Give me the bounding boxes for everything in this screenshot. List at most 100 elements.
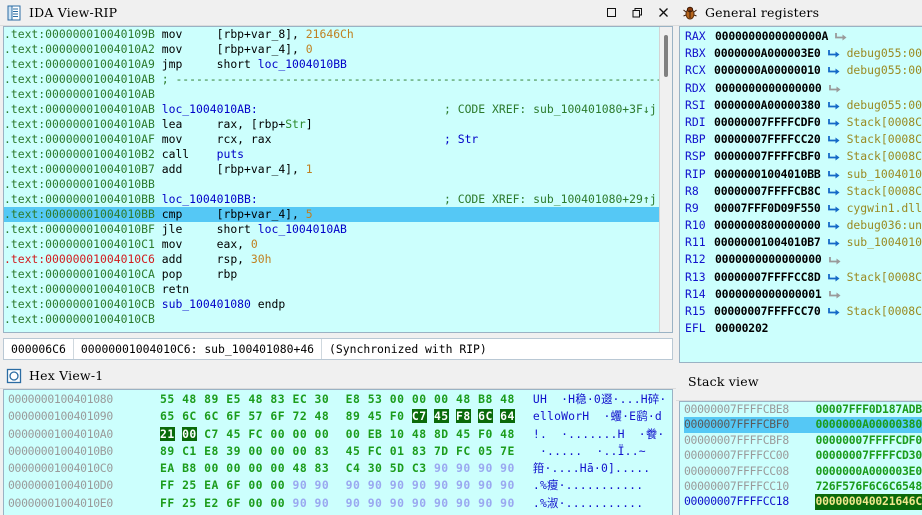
hex-byte[interactable]: 90: [456, 496, 471, 510]
register-value[interactable]: 00000001004010B7: [714, 234, 821, 251]
register-value[interactable]: 00000007FFFFCC70: [714, 303, 821, 320]
hex-byte[interactable]: 72: [292, 409, 307, 423]
hex-byte[interactable]: 00: [248, 478, 263, 492]
registers-list[interactable]: RAX 0000000000000000A RBX 0000000A000003E0 d…: [680, 28, 922, 362]
register-value[interactable]: 0000000000000000A: [715, 28, 828, 45]
register-target[interactable]: sub_1004010: [847, 234, 922, 251]
line-label[interactable]: loc_1004010BB:: [162, 192, 258, 206]
register-follow-arrow-icon[interactable]: [827, 203, 841, 214]
hex-byte[interactable]: E8: [204, 444, 219, 458]
disassembly-line[interactable]: .text:00000001004010A9 jmp short loc_100…: [4, 57, 659, 72]
disassembly-line[interactable]: .text:00000001004010CA pop rbp: [4, 267, 659, 282]
hex-byte[interactable]: 48: [456, 392, 471, 406]
disassembly-line[interactable]: .text:00000001004010A2 mov [rbp+var_4], …: [4, 42, 659, 57]
register-row[interactable]: EFL 00000202: [685, 320, 922, 337]
hex-byte[interactable]: 30: [368, 461, 383, 475]
line-call-target[interactable]: puts: [217, 147, 244, 161]
hex-byte[interactable]: B8: [182, 461, 197, 475]
stack-row[interactable]: 00000007FFFFCC10 726F576F6C6C6548: [684, 479, 922, 494]
hex-byte[interactable]: 6F: [226, 478, 241, 492]
hex-byte[interactable]: 00: [270, 444, 285, 458]
disassembly-line[interactable]: .text:00000001004010AB ; ---------------…: [4, 72, 659, 87]
hex-byte[interactable]: C1: [182, 444, 197, 458]
register-target[interactable]: debug055:00: [847, 45, 922, 62]
hex-byte[interactable]: 25: [182, 496, 197, 510]
hex-byte[interactable]: 90: [434, 461, 449, 475]
minimize-button[interactable]: [598, 0, 624, 25]
stack-row[interactable]: 00000007FFFFCBF8 00000007FFFFCDF0: [684, 433, 922, 448]
register-row[interactable]: R12 0000000000000000: [685, 251, 922, 268]
hex-byte[interactable]: 00: [248, 496, 263, 510]
register-follow-arrow-icon[interactable]: [827, 306, 841, 317]
register-target[interactable]: Stack[0008C: [847, 114, 922, 131]
hex-byte[interactable]: 00: [390, 392, 405, 406]
register-value[interactable]: 00000007FFFFCC20: [714, 131, 821, 148]
hex-row-bytes[interactable]: 89 C1 E8 39 00 00 00 83 45 FC 01 83 7D F…: [160, 443, 515, 460]
hex-byte[interactable]: 00: [270, 478, 285, 492]
hex-byte[interactable]: 5D: [390, 461, 405, 475]
disassembly-listing[interactable]: .text:000000010040109B mov [rbp+var_8], …: [4, 27, 659, 332]
register-row[interactable]: RBX 0000000A000003E0 debug055:00: [685, 45, 922, 62]
hex-byte[interactable]: 6C: [204, 409, 219, 423]
hex-byte[interactable]: 89: [346, 409, 361, 423]
register-follow-arrow-icon[interactable]: [827, 48, 841, 59]
hex-row[interactable]: 00000001004010C0 EA B8 00 00 00 00 48 83 …: [8, 460, 672, 477]
hex-byte[interactable]: 00: [292, 427, 307, 441]
register-value[interactable]: 00000007FFFFCBF0: [714, 148, 821, 165]
line-jump-target[interactable]: loc_1004010AB: [258, 222, 347, 236]
hex-byte[interactable]: 01: [390, 444, 405, 458]
register-target[interactable]: Stack[0008C: [847, 148, 922, 165]
register-target[interactable]: Stack[0008C: [847, 131, 922, 148]
register-value[interactable]: 00000007FFFFCDF0: [714, 114, 821, 131]
hex-byte[interactable]: EC: [292, 392, 307, 406]
hex-byte[interactable]: 6F: [226, 496, 241, 510]
stack-row-value[interactable]: 00000007FFFFCDF0: [815, 433, 922, 448]
register-target[interactable]: sub_1004010: [847, 166, 922, 183]
hex-byte[interactable]: 10: [390, 427, 405, 441]
hex-byte[interactable]: 90: [346, 496, 361, 510]
disassembly-line[interactable]: .text:00000001004010B7 add [rbp+var_4], …: [4, 162, 659, 177]
stack-row[interactable]: 00000007FFFFCC00 00000007FFFFCD30: [684, 448, 922, 463]
register-target[interactable]: cygwin1.dll: [847, 200, 922, 217]
hex-row-bytes[interactable]: 55 48 89 E5 48 83 EC 30 E8 53 00 00 00 4…: [160, 391, 515, 408]
hex-byte[interactable]: 90: [478, 461, 493, 475]
register-row[interactable]: RAX 0000000000000000A: [685, 28, 922, 45]
register-value[interactable]: 0000000000000000: [715, 80, 822, 97]
line-variable[interactable]: Str: [285, 117, 306, 131]
hex-byte[interactable]: 90: [346, 478, 361, 492]
hex-byte[interactable]: 57: [248, 409, 263, 423]
line-function-name[interactable]: sub_100401080: [162, 297, 251, 311]
disassembly-line[interactable]: .text:00000001004010CB: [4, 312, 659, 327]
hex-byte[interactable]: 30: [315, 392, 330, 406]
hex-byte[interactable]: 90: [315, 496, 330, 510]
hex-row[interactable]: 00000001004010A0 21 00 C7 45 FC 00 00 00 …: [8, 426, 672, 443]
hex-byte[interactable]: FF: [160, 496, 175, 510]
hex-byte[interactable]: 48: [248, 392, 263, 406]
hex-dump-list[interactable]: 0000000100401080 55 48 89 E5 48 83 EC 30 …: [4, 391, 672, 515]
hex-byte[interactable]: 00: [270, 496, 285, 510]
register-value[interactable]: 0000000A00000010: [714, 62, 821, 79]
register-row[interactable]: RSI 0000000A00000380 debug055:00: [685, 97, 922, 114]
hex-byte[interactable]: 7E: [500, 444, 515, 458]
disassembly-line[interactable]: .text:00000001004010AB: [4, 87, 659, 102]
disassembly-line[interactable]: .text:00000001004010B2 call puts: [4, 147, 659, 162]
hex-byte[interactable]: 45: [456, 427, 471, 441]
disassembly-line[interactable]: .text:00000001004010AB loc_1004010AB: ; C…: [4, 102, 659, 117]
hex-byte[interactable]: 8D: [434, 427, 449, 441]
register-value[interactable]: 0000000800000000: [714, 217, 821, 234]
register-row[interactable]: RDX 0000000000000000: [685, 80, 922, 97]
close-button[interactable]: [650, 0, 676, 25]
hex-byte[interactable]: 65: [160, 409, 175, 423]
hex-byte[interactable]: 48: [315, 409, 330, 423]
stack-row-value[interactable]: 0000000A000003E0: [815, 464, 922, 479]
hex-byte[interactable]: 90: [368, 496, 383, 510]
disassembly-line[interactable]: .text:00000001004010C1 mov eax, 0: [4, 237, 659, 252]
register-row[interactable]: R8 00000007FFFFCB8C Stack[0008C: [685, 183, 922, 200]
line-label[interactable]: loc_1004010AB:: [162, 102, 258, 116]
disassembly-line[interactable]: .text:00000001004010C6 add rsp, 30h: [4, 252, 659, 267]
register-follow-arrow-icon[interactable]: [827, 65, 841, 76]
disassembly-line[interactable]: .text:00000001004010AB lea rax, [rbp+Str…: [4, 117, 659, 132]
hex-byte[interactable]: FF: [160, 478, 175, 492]
hex-byte[interactable]: 53: [368, 392, 383, 406]
hex-row[interactable]: 0000000100401080 55 48 89 E5 48 83 EC 30 …: [8, 391, 672, 408]
